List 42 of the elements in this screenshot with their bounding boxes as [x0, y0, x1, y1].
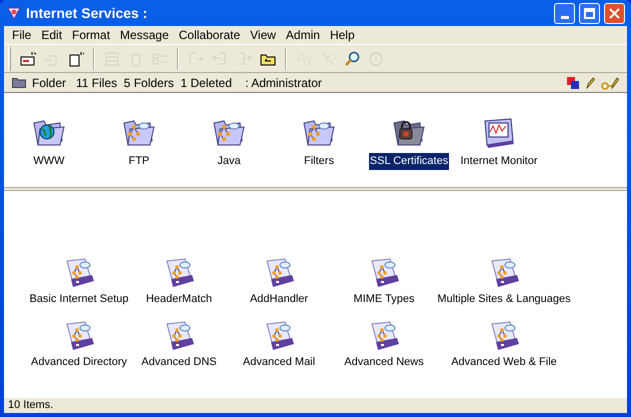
menu-item[interactable]: Collaborate [174, 26, 246, 44]
document-label[interactable]: Advanced Mail [242, 354, 316, 370]
document-label[interactable]: Advanced News [344, 354, 424, 370]
document-label[interactable]: Advanced Web & File [451, 354, 557, 370]
document-label[interactable]: HeaderMatch [146, 291, 212, 308]
menu-item[interactable]: Admin [280, 26, 325, 44]
minimize-button[interactable] [554, 2, 575, 24]
key-pencil-icon [601, 76, 619, 90]
document-label[interactable]: Multiple Sites & Languages [437, 291, 571, 308]
status-text: 10 Items. [8, 398, 54, 414]
document-label[interactable]: AddHandler [250, 291, 308, 308]
minimize-icon [560, 16, 568, 18]
window-title: Internet Services : [26, 4, 148, 22]
app-icon [6, 5, 22, 21]
document-label[interactable]: Basic Internet Setup [29, 291, 129, 308]
folder-label[interactable]: Internet Monitor [459, 153, 539, 170]
folder-label[interactable]: Filters [303, 153, 335, 170]
document-label[interactable]: MIME Types [354, 291, 414, 308]
menu-item[interactable]: Help [324, 26, 360, 44]
close-button[interactable] [604, 2, 625, 24]
maximize-icon [584, 8, 595, 18]
memo-icon [19, 50, 37, 68]
close-icon [609, 8, 620, 18]
pencil-icon [585, 76, 595, 88]
document-label[interactable]: Advanced DNS [141, 354, 217, 370]
menu-item[interactable]: Message [115, 26, 174, 44]
folder-label[interactable]: FTP [128, 153, 150, 170]
folder-info: Folder 11 Files 5 Folders 1 Deleted : Administrator [32, 74, 323, 92]
overlap-squares-icon [567, 76, 579, 88]
page-icon [67, 50, 85, 68]
document-label[interactable]: Advanced Directory [31, 354, 127, 370]
monitor-chart-icon [482, 117, 516, 149]
folder-label[interactable]: WWW [32, 153, 66, 170]
search-icon [343, 50, 361, 68]
folder-icon [12, 77, 26, 88]
menu-item[interactable]: File [7, 26, 36, 44]
folder-label[interactable]: SSL Certificates [368, 153, 450, 170]
menu-item[interactable]: Edit [36, 26, 68, 44]
menu-item[interactable]: Format [67, 26, 116, 44]
folder-label[interactable]: Java [216, 153, 242, 170]
maximize-button[interactable] [579, 2, 600, 24]
menu-item[interactable]: View [245, 26, 281, 44]
